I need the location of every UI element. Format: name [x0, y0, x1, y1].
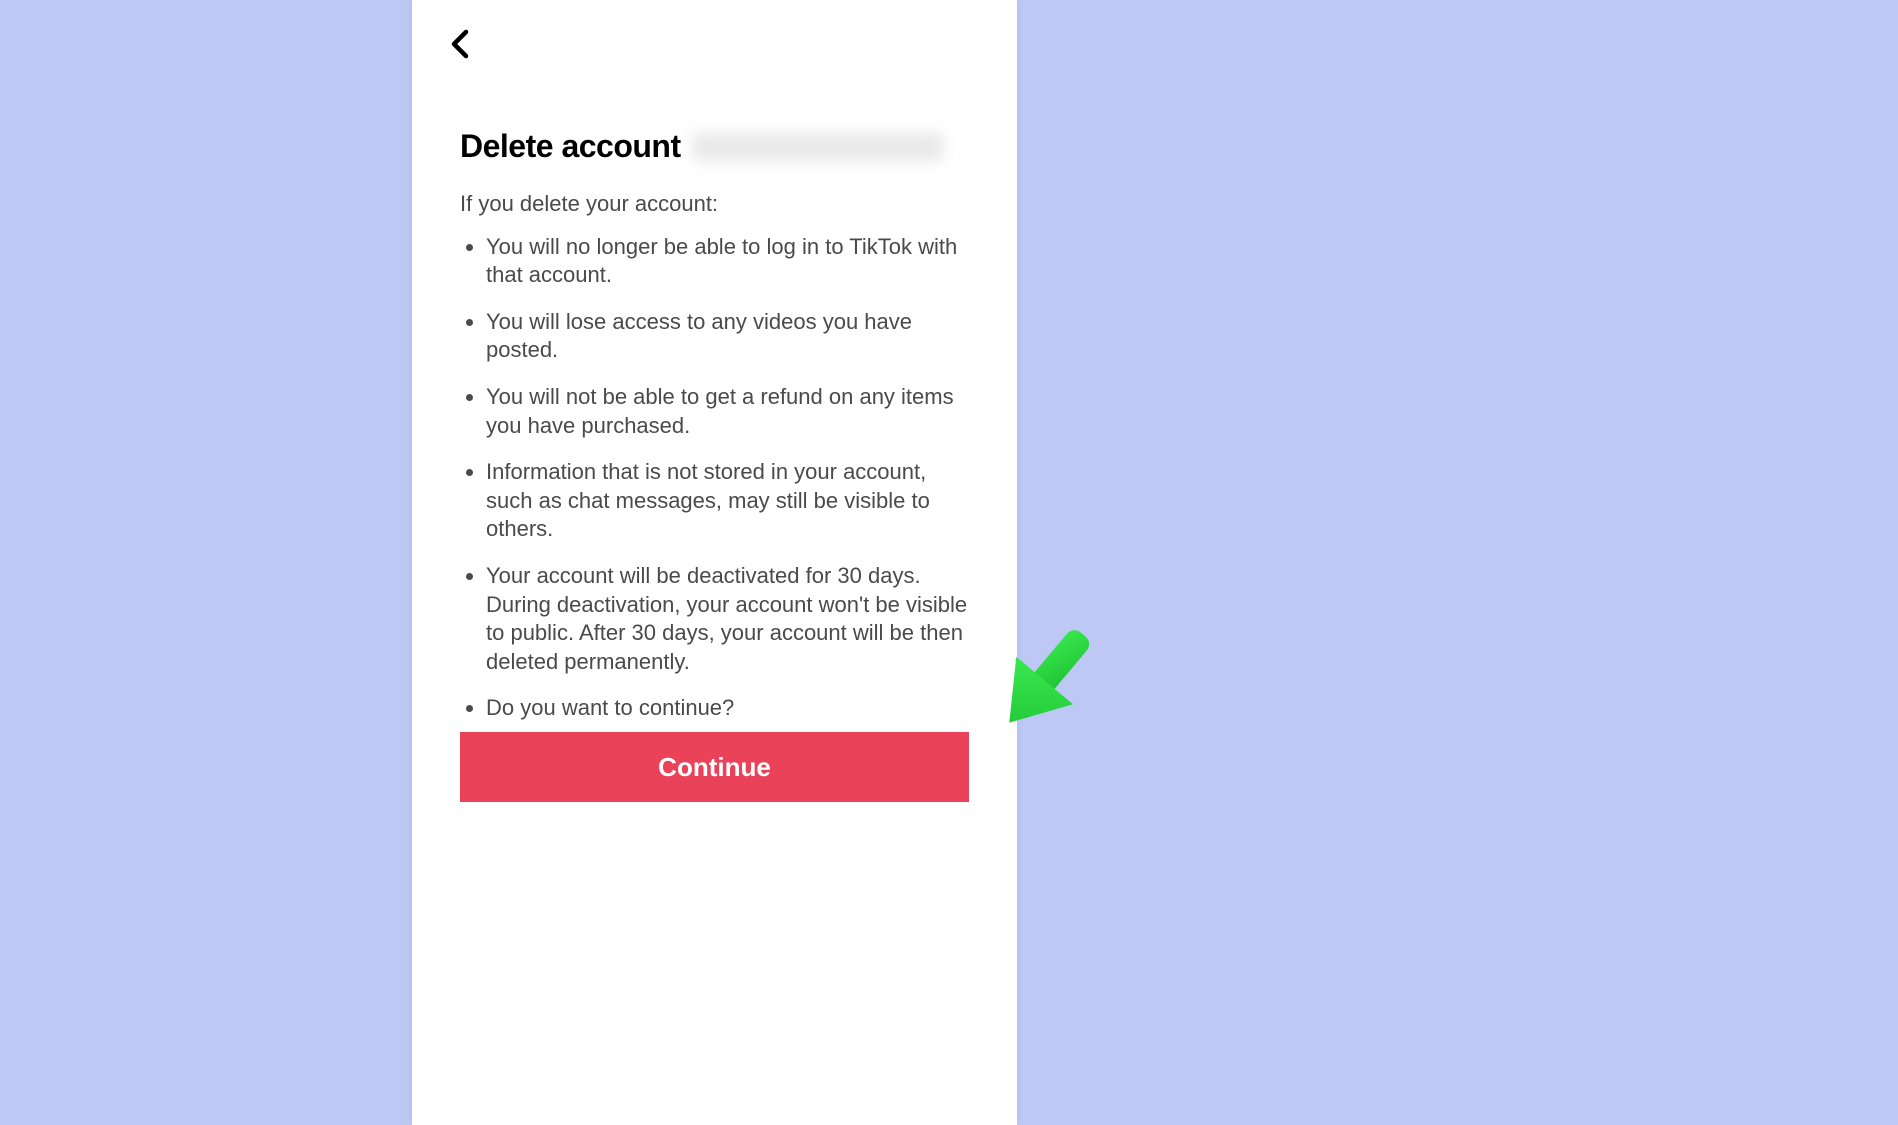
chevron-left-icon — [449, 29, 471, 59]
redacted-username — [693, 133, 943, 161]
page-title: Delete account — [460, 128, 681, 165]
list-item: You will lose access to any videos you h… — [486, 308, 969, 365]
title-row: Delete account — [460, 128, 969, 165]
continue-button-label: Continue — [658, 752, 771, 783]
delete-account-panel: Delete account If you delete your accoun… — [412, 0, 1017, 1125]
list-item: Your account will be deactivated for 30 … — [486, 562, 969, 676]
back-button[interactable] — [440, 24, 480, 64]
continue-button[interactable]: Continue — [460, 732, 969, 802]
list-item: Information that is not stored in your a… — [486, 458, 969, 544]
consequences-list: You will no longer be able to log in to … — [460, 233, 969, 723]
list-item: You will no longer be able to log in to … — [486, 233, 969, 290]
list-item: Do you want to continue? — [486, 694, 969, 723]
list-item: You will not be able to get a refund on … — [486, 383, 969, 440]
intro-text: If you delete your account: — [460, 189, 969, 219]
content-area: Delete account If you delete your accoun… — [460, 128, 969, 741]
